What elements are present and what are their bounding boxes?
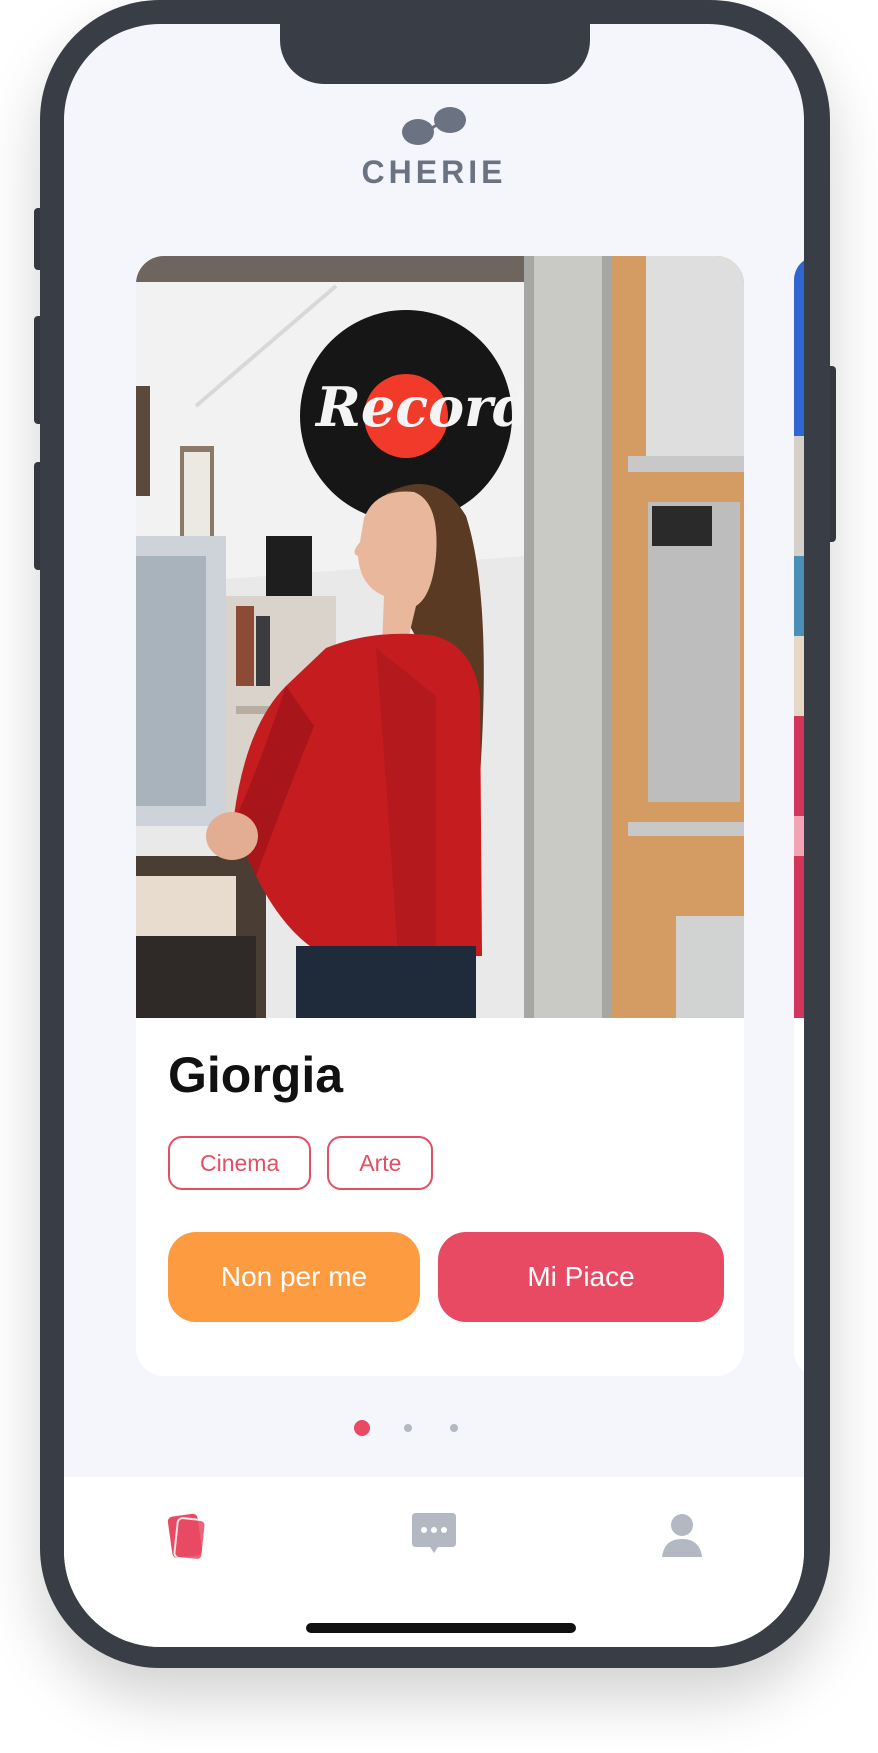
tag-cinema[interactable]: Cinema: [168, 1136, 312, 1190]
dislike-button[interactable]: Non per me: [168, 1232, 420, 1322]
profile-name: Giorgia: [168, 1047, 344, 1103]
next-profile-photo: [794, 256, 804, 1018]
like-button[interactable]: Mi Piace: [438, 1232, 724, 1322]
user-icon: [662, 1514, 702, 1557]
page-dot[interactable]: [404, 1424, 412, 1432]
bottom-tab-bar: [64, 1477, 804, 1647]
chat-bubble-icon: [412, 1513, 456, 1553]
notch: [280, 24, 590, 84]
tab-cards[interactable]: [156, 1505, 216, 1565]
cards-icon: [167, 1513, 207, 1561]
tab-messages[interactable]: [404, 1505, 464, 1565]
tag-arte[interactable]: Arte: [327, 1136, 434, 1190]
records-sign-text: Records: [314, 375, 561, 439]
cherries-logo-icon: [402, 107, 466, 145]
phone-screen: CHERIE Records Giorgia Cinema Arte Non p…: [64, 24, 804, 1647]
profile-photo-image: Records: [136, 256, 744, 1018]
interest-tags: Cinema Arte: [168, 1136, 434, 1190]
profile-card[interactable]: Records Giorgia Cinema Arte Non per me M…: [136, 256, 744, 1376]
page-dot-active[interactable]: [354, 1420, 370, 1436]
logo-text: CHERIE: [361, 154, 507, 190]
pagination-dots: [64, 1420, 804, 1440]
next-profile-card[interactable]: [794, 256, 804, 1376]
home-indicator[interactable]: [306, 1623, 576, 1633]
page-dot[interactable]: [450, 1424, 458, 1432]
profile-photo: Records: [136, 256, 744, 1018]
tab-profile[interactable]: [652, 1505, 712, 1565]
app-logo: CHERIE: [64, 104, 804, 191]
phone-frame: CHERIE Records Giorgia Cinema Arte Non p…: [40, 0, 830, 1668]
